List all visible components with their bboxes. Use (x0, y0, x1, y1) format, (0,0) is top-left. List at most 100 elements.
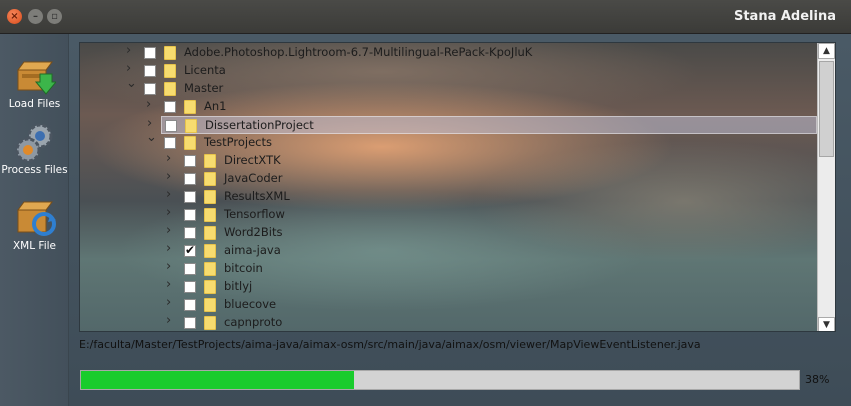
tree-checkbox[interactable] (184, 317, 196, 329)
xml-file-button[interactable]: XML File (0, 198, 69, 252)
tree-item-label: bitcoin (224, 261, 263, 275)
tree-item-label: DirectXTK (224, 153, 281, 167)
tree-checkbox[interactable] (144, 47, 156, 59)
chevron-right-icon[interactable]: › (147, 117, 157, 130)
chevron-right-icon[interactable]: › (166, 188, 176, 201)
gears-icon (14, 122, 56, 163)
progress-bar (80, 370, 800, 390)
chevron-down-icon[interactable]: ⌄ (126, 77, 137, 90)
tree-row[interactable]: › DirectXTK (80, 152, 818, 170)
tree-checkbox[interactable] (184, 155, 196, 167)
tree-checkbox[interactable] (164, 101, 176, 113)
tree-checkbox[interactable] (184, 281, 196, 293)
tree-item-label: bluecove (224, 297, 277, 311)
folder-icon (204, 208, 216, 222)
folder-icon (204, 280, 216, 294)
tree-row[interactable]: › An1 (80, 98, 818, 116)
tree-checkbox[interactable] (184, 299, 196, 311)
folder-icon (204, 298, 216, 312)
maximize-window-button[interactable]: ▫ (47, 9, 62, 24)
scroll-up-button[interactable]: ▲ (818, 43, 835, 59)
tree-row[interactable]: › aima-java (80, 242, 818, 260)
folder-icon (204, 190, 216, 204)
chevron-right-icon[interactable]: › (166, 242, 176, 255)
load-files-label: Load Files (8, 98, 61, 110)
chevron-right-icon[interactable]: › (146, 98, 156, 111)
chevron-right-icon[interactable]: › (166, 206, 176, 219)
main-content: Load Files Process Files XML File › Adob… (0, 34, 851, 406)
progress-fill (81, 371, 354, 389)
tree-row[interactable]: › Word2Bits (80, 224, 818, 242)
tree-row[interactable]: ⌄ TestProjects (80, 131, 818, 152)
chevron-right-icon[interactable]: › (166, 278, 176, 291)
chevron-right-icon[interactable]: › (166, 170, 176, 183)
chevron-right-icon[interactable]: › (166, 260, 176, 273)
load-files-icon (14, 56, 57, 96)
tree-row[interactable]: › capnproto (80, 314, 818, 331)
xml-file-icon (14, 198, 56, 238)
tree-item-label: JavaCoder (224, 171, 283, 185)
tree-row[interactable]: › Adobe.Photoshop.Lightroom-6.7-Multiling… (80, 44, 818, 62)
chevron-right-icon[interactable]: › (166, 224, 176, 237)
folder-icon (204, 244, 216, 258)
tree-row[interactable]: › Tensorflow (80, 206, 818, 224)
chevron-right-icon[interactable]: › (166, 296, 176, 309)
tree-checkbox[interactable] (184, 263, 196, 275)
folder-icon (184, 136, 196, 150)
tree-item-label: ResultsXML (224, 189, 290, 203)
tree-checkbox[interactable] (144, 83, 156, 95)
folder-icon (204, 316, 216, 330)
tree-checkbox[interactable] (184, 243, 196, 257)
tree-checkbox[interactable] (184, 173, 196, 185)
folder-icon (204, 154, 216, 168)
progress-percent: 38% (805, 373, 830, 386)
minimize-window-button[interactable]: – (28, 9, 43, 24)
folder-icon (204, 172, 216, 186)
tree-row[interactable]: › JavaCoder (80, 170, 818, 188)
folder-icon (184, 100, 196, 114)
vertical-scrollbar[interactable]: ▲ ▼ (817, 43, 835, 331)
sidebar: Load Files Process Files XML File (0, 34, 69, 406)
tree-item-label: DissertationProject (205, 118, 314, 132)
tree-item-label: Tensorflow (224, 207, 285, 221)
tree-row[interactable]: › bitcoin (80, 260, 818, 278)
tree-item-label: TestProjects (204, 135, 272, 149)
tree-checkbox[interactable] (184, 227, 196, 239)
chevron-right-icon[interactable]: › (126, 62, 136, 75)
folder-icon (164, 64, 176, 78)
current-file-path: E:/faculta/Master/TestProjects/aima-java… (79, 338, 701, 351)
tree-item-label: bitlyj (224, 279, 253, 293)
tree-row[interactable]: › ResultsXML (80, 188, 818, 206)
tree-checkbox[interactable] (184, 209, 196, 221)
close-window-button[interactable]: × (7, 9, 22, 24)
tree-checkbox[interactable] (184, 191, 196, 203)
scroll-down-button[interactable]: ▼ (818, 317, 835, 331)
tree-checkbox[interactable] (165, 120, 177, 132)
tree-item-label: Word2Bits (224, 225, 283, 239)
app-window: × – ▫ Stana Adelina Load Files Process F… (0, 0, 851, 406)
tree-checkbox[interactable] (164, 137, 176, 149)
tree-item-label: An1 (204, 99, 227, 113)
process-files-button[interactable]: Process Files (0, 122, 69, 176)
scroll-thumb[interactable] (819, 61, 834, 157)
chevron-right-icon[interactable]: › (126, 44, 136, 57)
window-title: Stana Adelina (733, 9, 836, 24)
tree-row[interactable]: ⌄ Master (80, 77, 818, 98)
tree-item-label: Master (184, 81, 224, 95)
tree-row[interactable]: › DissertationProject (147, 116, 817, 134)
chevron-right-icon[interactable]: › (166, 314, 176, 327)
tree-row[interactable]: › bluecove (80, 296, 818, 314)
chevron-right-icon[interactable]: › (166, 152, 176, 165)
chevron-down-icon[interactable]: ⌄ (146, 131, 157, 144)
file-tree-panel: › Adobe.Photoshop.Lightroom-6.7-Multiling… (79, 42, 836, 332)
tree-item-label: Adobe.Photoshop.Lightroom-6.7-Multilingu… (184, 45, 533, 59)
tree-row[interactable]: › bitlyj (80, 278, 818, 296)
folder-icon (204, 226, 216, 240)
tree-item-label: aima-java (224, 243, 281, 257)
tree-checkbox[interactable] (144, 65, 156, 77)
file-tree[interactable]: › Adobe.Photoshop.Lightroom-6.7-Multiling… (80, 43, 818, 331)
folder-icon (185, 119, 197, 133)
folder-icon (164, 46, 176, 60)
tree-row[interactable]: › Licenta (80, 62, 818, 80)
load-files-button[interactable]: Load Files (0, 56, 69, 110)
